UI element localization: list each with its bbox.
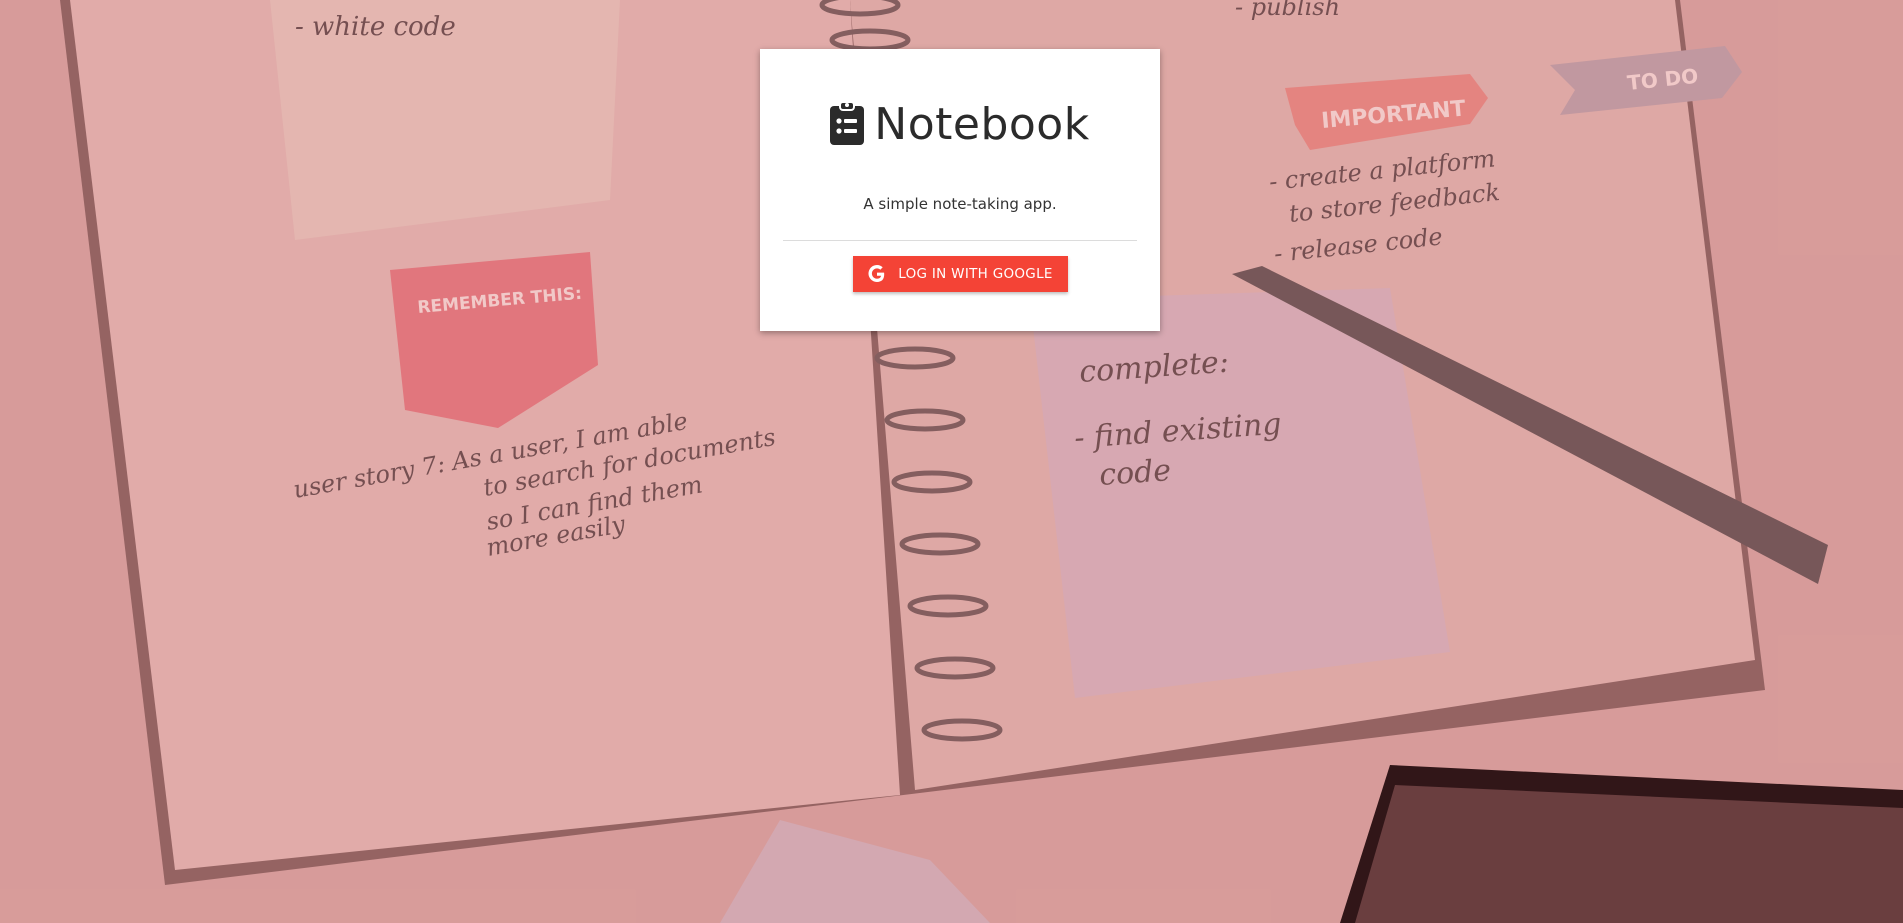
clipboard-list-icon xyxy=(830,101,865,149)
app-tagline: A simple note-taking app. xyxy=(863,195,1057,213)
login-with-google-label: LOG IN WITH GOOGLE xyxy=(898,266,1053,282)
login-with-google-button[interactable]: LOG IN WITH GOOGLE xyxy=(853,256,1068,292)
login-card: Notebook A simple note-taking app. LOG I… xyxy=(760,49,1160,331)
app-brand: Notebook xyxy=(760,101,1160,149)
google-g-icon xyxy=(868,265,886,283)
app-title: Notebook xyxy=(874,99,1090,150)
card-divider xyxy=(783,240,1137,241)
